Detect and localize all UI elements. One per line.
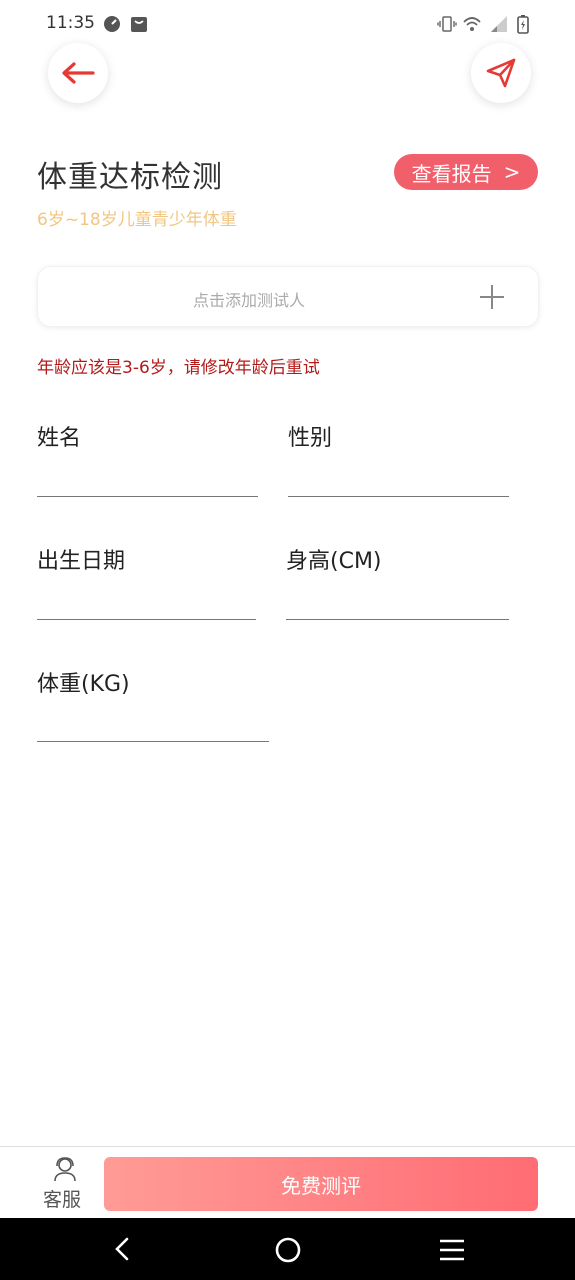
page-subtitle: 6岁~18岁儿童青少年体重 [37,210,237,230]
paper-plane-icon [486,58,516,88]
page-title: 体重达标检测 [37,160,223,195]
gender-label: 性别 [288,426,333,451]
name-input[interactable] [37,496,258,497]
chevron-right-icon: > [503,160,521,184]
headset-person-icon[interactable] [52,1156,78,1182]
view-report-label: 查看报告 [411,161,492,186]
arrow-left-icon [62,62,95,84]
birth-date-input[interactable] [37,619,256,620]
height-label: 身高(CM) [286,549,382,574]
status-bar: 11:35 [0,0,575,48]
nav-home-icon[interactable] [274,1236,302,1264]
free-evaluation-button[interactable]: 免费测评 [104,1157,538,1211]
age-warning-message: 年龄应该是3-6岁，请修改年龄后重试 [37,358,320,378]
customer-service-label[interactable]: 客服 [43,1185,81,1212]
bottom-divider [0,1146,575,1147]
status-time: 11:35 [46,13,95,33]
height-input[interactable] [286,619,509,620]
nav-back-icon[interactable] [110,1236,136,1262]
view-report-button[interactable]: 查看报告 > [394,154,538,190]
birth-date-label: 出生日期 [37,549,126,574]
add-tester-label: 点击添加测试人 [193,291,306,310]
plus-icon[interactable] [478,283,506,311]
signal-icon [491,16,507,32]
speedometer-icon [104,16,120,32]
gender-input[interactable] [288,496,509,497]
wifi-icon [463,17,481,31]
vibrate-icon [437,16,457,32]
weight-label: 体重(KG) [37,672,130,697]
name-label: 姓名 [37,426,82,451]
nav-menu-icon[interactable] [438,1236,466,1264]
weight-input[interactable] [37,741,269,742]
bag-icon [131,17,147,32]
back-button[interactable] [48,43,108,103]
battery-charging-icon [517,15,529,34]
share-button[interactable] [471,43,531,103]
add-tester-card[interactable]: 点击添加测试人 [37,266,539,327]
